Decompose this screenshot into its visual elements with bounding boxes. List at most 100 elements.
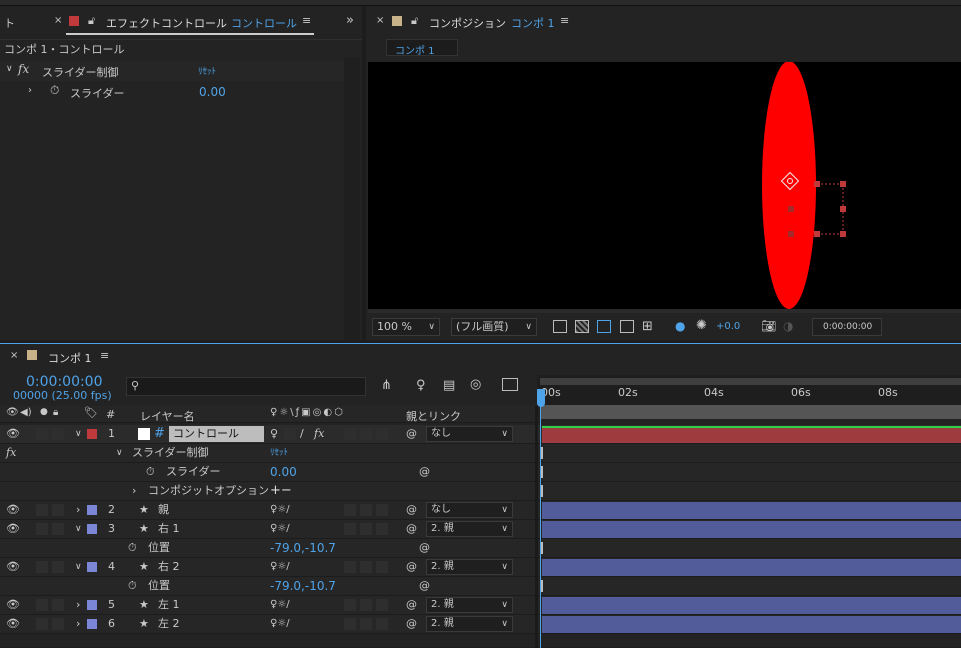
stopwatch-icon[interactable]: ⏱︎ [50,83,59,98]
shy-layers-icon[interactable]: ▤ [443,378,455,393]
switch-box[interactable] [376,504,388,516]
pickwhip-icon[interactable]: @ [406,520,417,538]
panel-menu-icon[interactable]: ≡ [560,14,569,27]
comp-viewer[interactable] [368,62,961,311]
close-icon[interactable]: × [10,350,18,361]
param-value[interactable]: 0.00 [199,85,226,99]
handle-square[interactable] [840,206,846,212]
pickwhip-icon[interactable]: @ [406,615,417,633]
lock-toggle[interactable] [52,428,64,440]
parent-select[interactable]: 2. 親 ∨ [426,616,513,632]
layer-row-4[interactable]: 👁︎ ∨ 4 ★ 右 2 ♀☼/ @ 2. 親 ∨ [0,558,961,577]
solo-toggle[interactable] [36,504,48,516]
parent-select[interactable]: 2. 親 ∨ [426,521,513,537]
switch-box[interactable] [344,599,356,611]
timeline-divider[interactable] [535,406,538,648]
lock-toggle[interactable] [52,599,64,611]
lock-toggle[interactable] [52,561,64,573]
layer-row-6[interactable]: 👁︎ › 6 ★ 左 2 ♀☼/ @ 2. 親 ∨ [0,615,961,634]
playhead-marker[interactable] [537,389,545,407]
shy-switch-icon[interactable]: ♀☼/ [270,596,290,614]
param-value[interactable]: -79.0,-10.7 [270,539,336,557]
snapshot-region-icon[interactable] [553,320,567,333]
pickwhip-icon[interactable]: @ [406,596,417,614]
eye-icon[interactable]: 👁︎ [6,558,20,576]
layer-search-input[interactable]: ⚲ [126,377,366,396]
comp-flowchart-icon[interactable]: ⋔ [381,378,392,393]
channel-rgb-icon[interactable]: ● [675,319,685,333]
work-area-bar[interactable] [540,378,961,385]
chevron-right-icon[interactable]: › [76,596,80,614]
expression-pickwhip-icon[interactable]: @ [419,577,430,595]
pickwhip-icon[interactable]: @ [406,425,417,443]
label-color[interactable] [87,429,97,439]
layer-row-3[interactable]: 👁︎ ∨ 3 ★ 右 1 ♀☼/ @ 2. 親 ∨ [0,520,961,539]
comp-timecode-field[interactable]: 0:00:00:00 [812,318,882,336]
switch-box[interactable] [376,618,388,630]
comp-breadcrumb-tab[interactable]: コンポ 1 [386,39,458,57]
switch-box[interactable] [360,428,372,440]
expression-pickwhip-icon[interactable]: @ [419,539,430,557]
lock-toggle[interactable] [52,618,64,630]
layer-name-field[interactable]: コントロール [169,426,264,442]
label-color[interactable] [87,562,97,572]
stopwatch-icon[interactable]: ⏱︎ [128,539,137,557]
handle-square[interactable] [814,231,820,237]
layer-duration-bar[interactable] [542,521,961,538]
switch-box[interactable] [360,504,372,516]
label-color[interactable] [87,505,97,515]
eye-icon[interactable]: 👁︎ [6,520,20,538]
graph-editor-icon[interactable] [502,378,518,391]
chevron-down-icon[interactable]: ∨ [116,444,123,462]
time-ruler[interactable]: 00s 02s 04s 06s 08s [537,375,961,405]
shy-switch-icon[interactable]: ♀☼/ [270,520,290,538]
draft-3d-icon[interactable]: ♀︎ [416,378,426,393]
frame-blending-icon[interactable]: ◎ [470,377,481,392]
layer-duration-bar[interactable] [542,616,961,633]
switch-box[interactable] [360,561,372,573]
label-color[interactable] [87,619,97,629]
shy-switch-icon[interactable]: ♀☼/ [270,558,290,576]
timeline-timecode[interactable]: 0:00:00:00 [26,374,103,390]
mask-visibility-icon[interactable] [597,320,611,333]
layer-duration-bar[interactable] [542,502,961,519]
eye-icon[interactable]: 👁︎ [6,596,20,614]
composition-tab-title[interactable]: コンポジション [429,15,506,31]
effect-controls-tab-title[interactable]: エフェクトコントロール [106,15,227,31]
composition-tab-target[interactable]: コンポ 1 [511,15,555,31]
eye-icon[interactable]: 👁︎ [6,501,20,519]
switch-box[interactable] [344,504,356,516]
switch-box[interactable] [376,599,388,611]
switch-box[interactable] [376,523,388,535]
title-safe-icon[interactable] [620,320,634,333]
shy-switch-icon[interactable]: ♀☼/ [270,501,290,519]
solo-toggle[interactable] [36,599,48,611]
label-color[interactable] [87,524,97,534]
chevron-down-icon[interactable]: ∨ [75,558,82,576]
solo-toggle[interactable] [36,561,48,573]
lock-toggle[interactable] [52,523,64,535]
effect-controls-tab-target[interactable]: コントロール [231,15,297,31]
chevron-right-icon[interactable]: › [28,85,32,96]
show-snapshot-icon[interactable]: ◑ [783,319,793,333]
lock-icon[interactable]: 🔓︎ [88,14,95,28]
switch-box[interactable] [344,561,356,573]
switch-box[interactable] [360,523,372,535]
panel-menu-icon[interactable]: ≡ [302,14,311,27]
parent-select[interactable]: なし ∨ [426,426,513,442]
red-ellipse-shape[interactable] [762,62,816,309]
solo-toggle[interactable] [36,523,48,535]
layer-duration-bar[interactable] [542,597,961,614]
fx-icon[interactable]: fx [18,62,29,76]
switch-box[interactable] [344,523,356,535]
layer-duration-bar[interactable] [542,426,961,443]
left-tab-fragment[interactable]: ト [4,15,15,31]
switch-box[interactable] [360,599,372,611]
label-color[interactable] [87,600,97,610]
handle-square[interactable] [788,206,794,212]
grid-guide-icon[interactable]: ⊞ [642,319,653,334]
resolution-select[interactable]: (フル画質) ∨ [451,318,537,336]
collapse-switch[interactable] [284,428,296,440]
handle-square[interactable] [814,181,820,187]
solo-toggle[interactable] [36,428,48,440]
